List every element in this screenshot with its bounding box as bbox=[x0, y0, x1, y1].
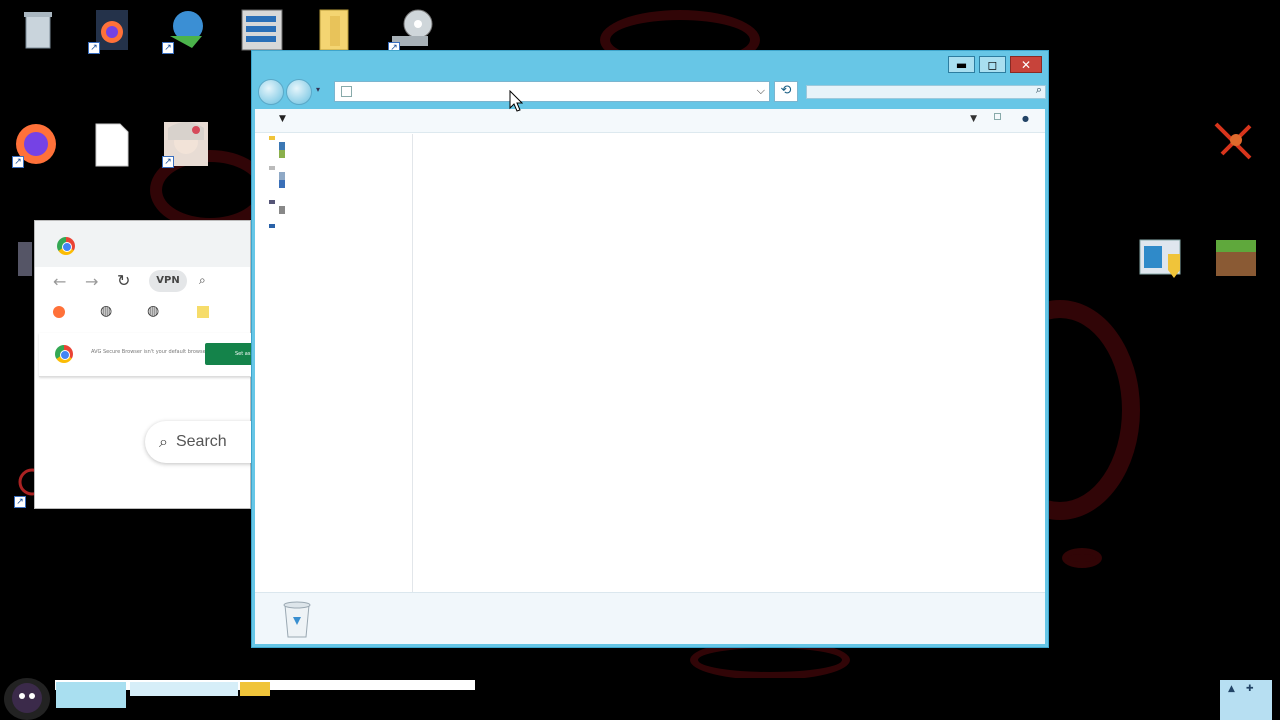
search-placeholder: Search bbox=[175, 433, 227, 450]
taskbar: ▲ ✚ bbox=[0, 678, 1280, 720]
location-icon bbox=[341, 86, 352, 97]
navigation-pane[interactable] bbox=[255, 134, 413, 594]
partial-icon[interactable]: ↗ bbox=[14, 460, 46, 508]
maximize-button[interactable]: ◻ bbox=[979, 56, 1006, 73]
address-dropdown-icon[interactable]: ⌵ bbox=[757, 84, 765, 98]
system-tray[interactable]: ▲ ✚ bbox=[1220, 680, 1272, 720]
folder-bookmark-icon[interactable] bbox=[197, 306, 209, 318]
shortcut-arrow-icon: ↗ bbox=[14, 496, 26, 508]
search-icon: ⌕ bbox=[1035, 83, 1042, 96]
banner-text: AVG Secure Browser isn't your default br… bbox=[91, 349, 208, 355]
globe-download-icon[interactable]: ↗ bbox=[162, 6, 210, 54]
red-figure-icon[interactable] bbox=[1210, 118, 1258, 166]
browser-window[interactable]: ← → ↻ VPN ⌕ ◍ ◍ AVG Secure Browser isn't… bbox=[34, 220, 285, 509]
recent-locations-icon[interactable]: ▾ bbox=[316, 85, 320, 94]
file-icon[interactable] bbox=[88, 120, 136, 168]
shortcut-arrow-icon: ↗ bbox=[162, 156, 174, 168]
search-input[interactable]: ⌕ bbox=[806, 83, 1046, 99]
browser-toolbar: ← → ↻ VPN ⌕ bbox=[35, 267, 250, 297]
navigation-row: ▾ ⌵ ⟲ ⌕ bbox=[256, 79, 1046, 105]
bookmarks-bar: ◍ ◍ bbox=[35, 297, 250, 327]
firefox-icon[interactable]: ↗ bbox=[12, 120, 60, 168]
shield-window-icon[interactable] bbox=[1138, 234, 1186, 282]
firefox-icon[interactable]: ↗ bbox=[88, 6, 136, 54]
explorer-client: ▼ ▼ ● bbox=[255, 109, 1045, 644]
avatar-icon[interactable]: ↗ bbox=[162, 120, 210, 168]
shortcut-arrow-icon: ↗ bbox=[88, 42, 100, 54]
organize-dropdown-icon[interactable]: ▼ bbox=[279, 114, 286, 124]
firefox-bookmark-icon[interactable] bbox=[53, 306, 65, 318]
folder-icon[interactable] bbox=[312, 6, 360, 54]
local-disk-icon[interactable] bbox=[279, 206, 285, 214]
command-bar: ▼ ▼ ● bbox=[255, 109, 1045, 133]
desktop-icon[interactable] bbox=[279, 142, 285, 150]
taskbar-explorer-button[interactable] bbox=[56, 682, 126, 708]
libraries-icon[interactable] bbox=[269, 166, 275, 170]
default-browser-banner: AVG Secure Browser isn't your default br… bbox=[39, 333, 265, 377]
browser-logo-icon bbox=[57, 237, 75, 255]
globe-bookmark-icon[interactable]: ◍ bbox=[147, 303, 159, 319]
grass-block-icon[interactable] bbox=[1212, 232, 1260, 280]
network-icon[interactable] bbox=[269, 224, 275, 228]
start-button[interactable] bbox=[4, 678, 50, 720]
search-icon: ⌕ bbox=[199, 273, 206, 287]
address-bar[interactable]: ⌵ bbox=[334, 81, 770, 102]
computer-icon[interactable] bbox=[269, 200, 275, 204]
documents-icon[interactable] bbox=[279, 172, 285, 180]
back-icon[interactable]: ← bbox=[53, 272, 66, 291]
search-icon: ⌕ bbox=[159, 432, 168, 451]
forward-icon[interactable]: → bbox=[85, 272, 98, 291]
recycle-bin-icon bbox=[279, 599, 315, 639]
browser-tabstrip bbox=[35, 221, 250, 267]
mouse-cursor-icon bbox=[509, 90, 523, 112]
server-icon[interactable] bbox=[238, 6, 286, 54]
disc-icon[interactable]: ↗ bbox=[388, 6, 436, 54]
refresh-button[interactable]: ⟲ bbox=[774, 81, 798, 102]
preview-pane-icon[interactable] bbox=[994, 113, 1001, 120]
network-icon[interactable]: ✚ bbox=[1246, 684, 1254, 694]
recycle-bin-icon[interactable] bbox=[14, 6, 62, 54]
forward-button[interactable] bbox=[286, 79, 312, 105]
help-icon[interactable]: ● bbox=[1022, 114, 1029, 123]
partial-icon[interactable] bbox=[14, 236, 36, 284]
shortcut-arrow-icon: ↗ bbox=[162, 42, 174, 54]
downloads-icon[interactable] bbox=[279, 150, 285, 158]
close-button[interactable]: ✕ bbox=[1010, 56, 1042, 73]
shortcut-arrow-icon: ↗ bbox=[12, 156, 24, 168]
reload-icon[interactable]: ↻ bbox=[117, 271, 130, 290]
explorer-window[interactable]: ▬ ◻ ✕ ▾ ⌵ ⟲ ⌕ ▼ ▼ ● bbox=[251, 50, 1049, 648]
title-controls: ▬ ◻ ✕ bbox=[948, 56, 1042, 73]
views-dropdown-icon[interactable]: ▼ bbox=[970, 114, 977, 124]
browser-logo-icon bbox=[55, 345, 73, 363]
globe-bookmark-icon[interactable]: ◍ bbox=[100, 303, 112, 319]
minimize-button[interactable]: ▬ bbox=[948, 56, 975, 73]
back-button[interactable] bbox=[258, 79, 284, 105]
tray-arrow-icon[interactable]: ▲ bbox=[1228, 684, 1235, 694]
wallpaper-ring bbox=[1062, 548, 1102, 568]
favorites-icon[interactable] bbox=[269, 136, 275, 140]
vpn-button[interactable]: VPN bbox=[149, 270, 187, 292]
music-icon[interactable] bbox=[279, 180, 285, 188]
details-pane bbox=[255, 592, 1045, 644]
taskbar-folder-button[interactable] bbox=[240, 682, 270, 696]
taskbar-app-button[interactable] bbox=[130, 682, 238, 696]
